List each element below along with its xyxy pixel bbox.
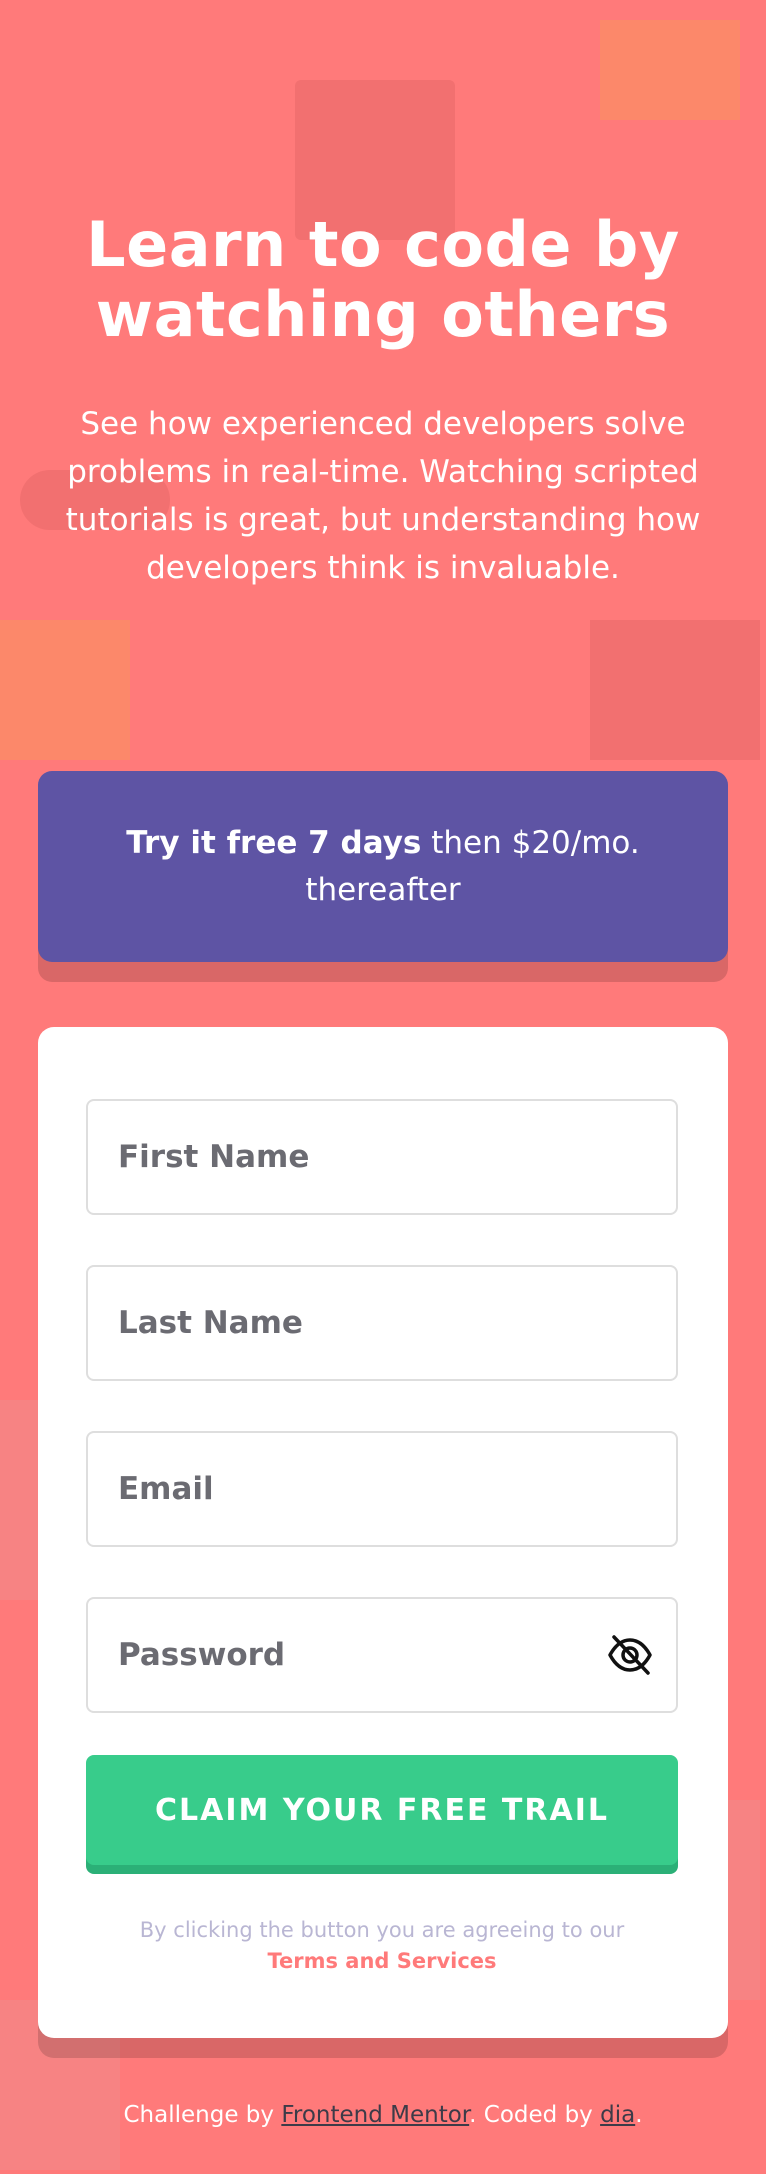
footer-prefix: Challenge by — [123, 2102, 282, 2128]
terms-notice: By clicking the button you are agreeing … — [86, 1915, 678, 1977]
eye-off-icon[interactable] — [606, 1631, 654, 1679]
page-title-line-1: Learn to code by — [86, 208, 680, 281]
trial-banner: Try it free 7 days then $20/mo. thereaft… — [38, 771, 728, 962]
hero-description: See how experienced developers solve pro… — [65, 406, 701, 586]
last-name-input[interactable] — [88, 1267, 676, 1379]
page-title: Learn to code by watching others — [0, 210, 766, 350]
page-title-line-2: watching others — [95, 278, 671, 351]
password-input[interactable] — [88, 1599, 676, 1711]
trial-banner-highlight: Try it free 7 days — [126, 824, 422, 861]
signup-form: CLAIM YOUR FREE TRAIL By clicking the bu… — [38, 1027, 728, 2038]
email-input[interactable] — [88, 1433, 676, 1545]
last-name-field-box — [86, 1265, 678, 1381]
terms-link[interactable]: Terms and Services — [267, 1949, 496, 1973]
footer-suffix: . — [635, 2102, 643, 2128]
footer-middle: . Coded by — [469, 2102, 601, 2128]
attribution-footer: Challenge by Frontend Mentor. Coded by d… — [0, 2102, 766, 2128]
first-name-field-box — [86, 1099, 678, 1215]
email-field-box — [86, 1431, 678, 1547]
trial-banner-text: Try it free 7 days then $20/mo. thereaft… — [103, 820, 663, 914]
frontend-mentor-link[interactable]: Frontend Mentor — [281, 2102, 469, 2128]
terms-prefix: By clicking the button you are agreeing … — [139, 1918, 625, 1942]
first-name-input[interactable] — [88, 1101, 676, 1213]
claim-trial-button[interactable]: CLAIM YOUR FREE TRAIL — [86, 1755, 678, 1865]
password-field-box — [86, 1597, 678, 1713]
author-link[interactable]: dia — [600, 2102, 635, 2128]
